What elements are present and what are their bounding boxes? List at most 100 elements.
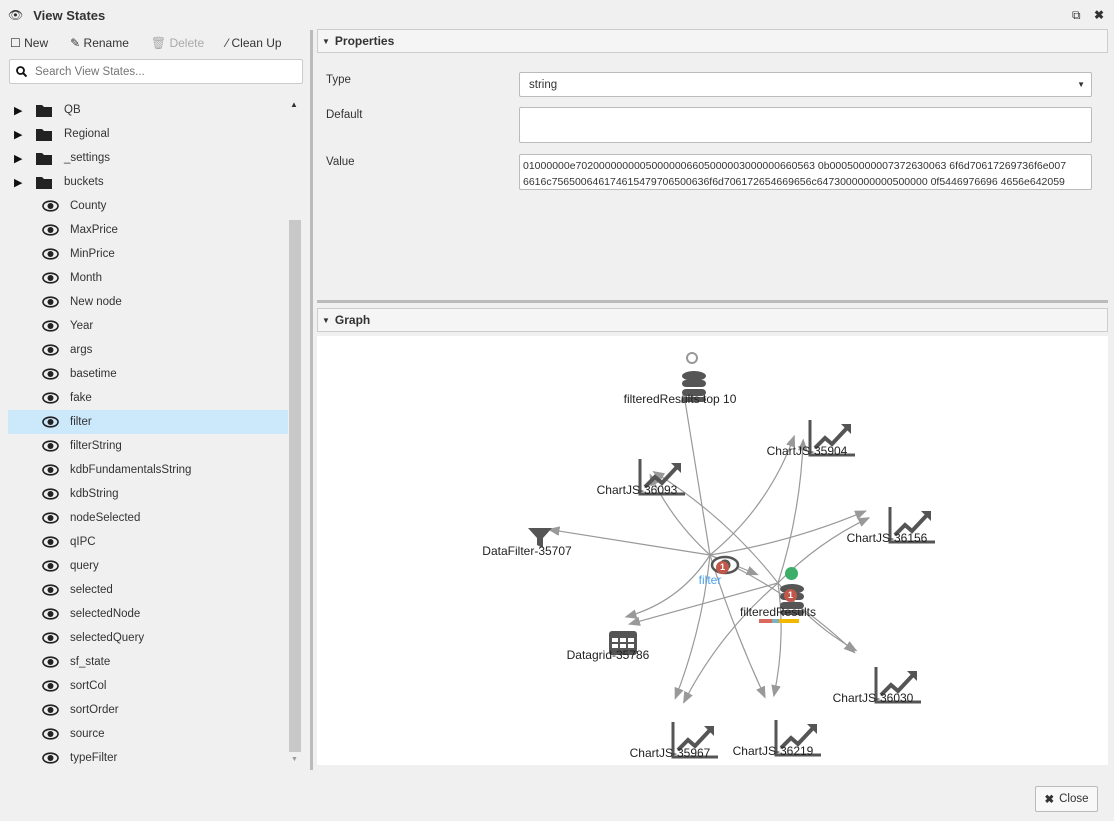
tree-item-label: nodeSelected bbox=[70, 512, 140, 524]
tree-item-label: selectedQuery bbox=[70, 632, 144, 644]
scroll-up-arrow[interactable]: ▲ bbox=[290, 100, 298, 109]
eye-icon bbox=[42, 224, 64, 236]
new-button[interactable]: ☐ New bbox=[10, 36, 48, 50]
expand-arrow-icon[interactable]: ▶ bbox=[8, 176, 30, 189]
close-icon[interactable]: ✖ bbox=[1094, 8, 1104, 22]
tree-item-label: typeFilter bbox=[70, 752, 117, 764]
tree-item[interactable]: sortCol bbox=[8, 674, 288, 698]
magic-wand-icon: ⁄ bbox=[226, 36, 228, 50]
vertical-splitter[interactable] bbox=[310, 30, 313, 770]
tree-item[interactable]: qIPC bbox=[8, 530, 288, 554]
tree-item[interactable]: Month bbox=[8, 266, 288, 290]
value-text: 01000000e7020000000005000000660500000300… bbox=[523, 160, 1066, 190]
tree-item[interactable]: ▶buckets bbox=[8, 170, 288, 194]
tree-item-label: Month bbox=[70, 272, 102, 284]
tree-item[interactable]: fake bbox=[8, 386, 288, 410]
tree-item[interactable]: Year bbox=[8, 314, 288, 338]
graph-node-label[interactable]: DataFilter-35707 bbox=[482, 544, 571, 558]
tree-item[interactable]: basetime bbox=[8, 362, 288, 386]
tree-item[interactable]: kdbFundamentalsString bbox=[8, 458, 288, 482]
tree-item[interactable]: query bbox=[8, 554, 288, 578]
tree-item-label: query bbox=[70, 560, 99, 572]
search-icon bbox=[16, 66, 27, 77]
notification-badge: 1 bbox=[784, 589, 797, 602]
value-textarea[interactable]: 01000000e7020000000005000000660500000300… bbox=[519, 154, 1092, 190]
horizontal-splitter[interactable] bbox=[317, 300, 1108, 303]
tree-item[interactable]: filterString bbox=[8, 434, 288, 458]
value-label: Value bbox=[326, 156, 355, 168]
graph-node-label[interactable]: filter bbox=[699, 573, 722, 587]
type-label: Type bbox=[326, 74, 351, 86]
tree-item-label: filterString bbox=[70, 440, 122, 452]
graph-node-label[interactable]: Datagrid-35786 bbox=[567, 648, 650, 662]
status-ok-icon bbox=[785, 567, 798, 580]
tree-item[interactable]: filter bbox=[8, 410, 288, 434]
default-input[interactable] bbox=[519, 107, 1092, 143]
caret-down-icon: ▼ bbox=[322, 316, 330, 325]
eye-icon bbox=[42, 656, 64, 668]
view-states-tree: ▶QB▶Regional▶_settings▶bucketsCountyMaxP… bbox=[8, 98, 288, 770]
eye-icon bbox=[42, 512, 64, 524]
graph-node-label[interactable]: ChartJS-36093 bbox=[597, 483, 678, 497]
graph-node-label[interactable]: ChartJS-36030 bbox=[833, 691, 914, 705]
tree-item[interactable]: selectedNode bbox=[8, 602, 288, 626]
tree-item[interactable]: kdbString bbox=[8, 482, 288, 506]
graph-node-label[interactable]: ChartJS-36219 bbox=[733, 744, 814, 758]
tree-item[interactable]: sf_state bbox=[8, 650, 288, 674]
graph-node-label[interactable]: ChartJS-36156 bbox=[847, 531, 928, 545]
new-label: New bbox=[24, 36, 48, 50]
default-label: Default bbox=[326, 109, 362, 121]
eye-icon bbox=[42, 536, 64, 548]
cleanup-button[interactable]: ⁄ Clean Up bbox=[226, 36, 281, 50]
delete-button[interactable]: 🗑 Delete bbox=[151, 36, 204, 50]
eye-icon bbox=[42, 728, 64, 740]
tree-item[interactable]: New node bbox=[8, 290, 288, 314]
close-label: Close bbox=[1059, 793, 1088, 805]
type-select[interactable]: string ▼ bbox=[519, 72, 1092, 97]
properties-header[interactable]: ▼Properties bbox=[317, 29, 1108, 53]
graph-node-label[interactable]: filteredResults bbox=[740, 605, 816, 619]
graph-node-label[interactable]: filteredResults top 10 bbox=[624, 392, 737, 406]
search-input[interactable] bbox=[33, 65, 283, 79]
tree-item[interactable]: nodeSelected bbox=[8, 506, 288, 530]
folder-icon bbox=[36, 128, 58, 141]
tree-item[interactable]: typeFilter bbox=[8, 746, 288, 770]
eye-icon bbox=[42, 368, 64, 380]
eye-icon bbox=[42, 344, 64, 356]
tree-item[interactable]: sortOrder bbox=[8, 698, 288, 722]
eye-icon bbox=[42, 488, 64, 500]
tree-item[interactable]: selectedQuery bbox=[8, 626, 288, 650]
tree-item[interactable]: ▶QB bbox=[8, 98, 288, 122]
tree-item[interactable]: MaxPrice bbox=[8, 218, 288, 242]
tree-item[interactable]: args bbox=[8, 338, 288, 362]
expand-arrow-icon[interactable]: ▶ bbox=[8, 128, 30, 141]
tree-item[interactable]: source bbox=[8, 722, 288, 746]
tree-item[interactable]: ▶ Regional bbox=[8, 122, 288, 146]
graph-header[interactable]: ▼Graph bbox=[317, 308, 1108, 332]
progress-segment bbox=[772, 619, 779, 623]
tree-item-label: County bbox=[70, 200, 106, 212]
eye-icon bbox=[42, 632, 64, 644]
tree-item-label: Regional bbox=[64, 128, 109, 140]
tree-scrollbar[interactable]: ▲ ▼ bbox=[288, 98, 302, 768]
expand-arrow-icon[interactable]: ▶ bbox=[8, 104, 30, 117]
expand-arrow-icon[interactable]: ▶ bbox=[8, 152, 30, 165]
delete-label: Delete bbox=[169, 36, 204, 50]
graph-canvas[interactable]: filteredResults top 10 ChartJS-35904 Chart… bbox=[317, 336, 1108, 765]
graph-node-label[interactable]: ChartJS-35967 bbox=[630, 746, 711, 760]
eye-icon bbox=[42, 440, 64, 452]
external-link-icon[interactable]: ⧉ bbox=[1072, 8, 1081, 23]
scroll-thumb[interactable] bbox=[289, 220, 301, 752]
tree-item[interactable]: selected bbox=[8, 578, 288, 602]
graph-node-label[interactable]: ChartJS-35904 bbox=[767, 444, 848, 458]
scroll-down-arrow[interactable]: ▼ bbox=[291, 756, 298, 763]
progress-bar bbox=[759, 619, 799, 623]
tree-item[interactable]: ▶ _settings bbox=[8, 146, 288, 170]
tree-item[interactable]: MinPrice bbox=[8, 242, 288, 266]
close-button[interactable]: ✖Close bbox=[1035, 786, 1098, 812]
rename-label: Rename bbox=[84, 36, 129, 50]
tree-item-label: MaxPrice bbox=[70, 224, 118, 236]
tree-item-label: _settings bbox=[64, 152, 110, 164]
tree-item[interactable]: County bbox=[8, 194, 288, 218]
rename-button[interactable]: ✎ Rename bbox=[70, 36, 129, 50]
